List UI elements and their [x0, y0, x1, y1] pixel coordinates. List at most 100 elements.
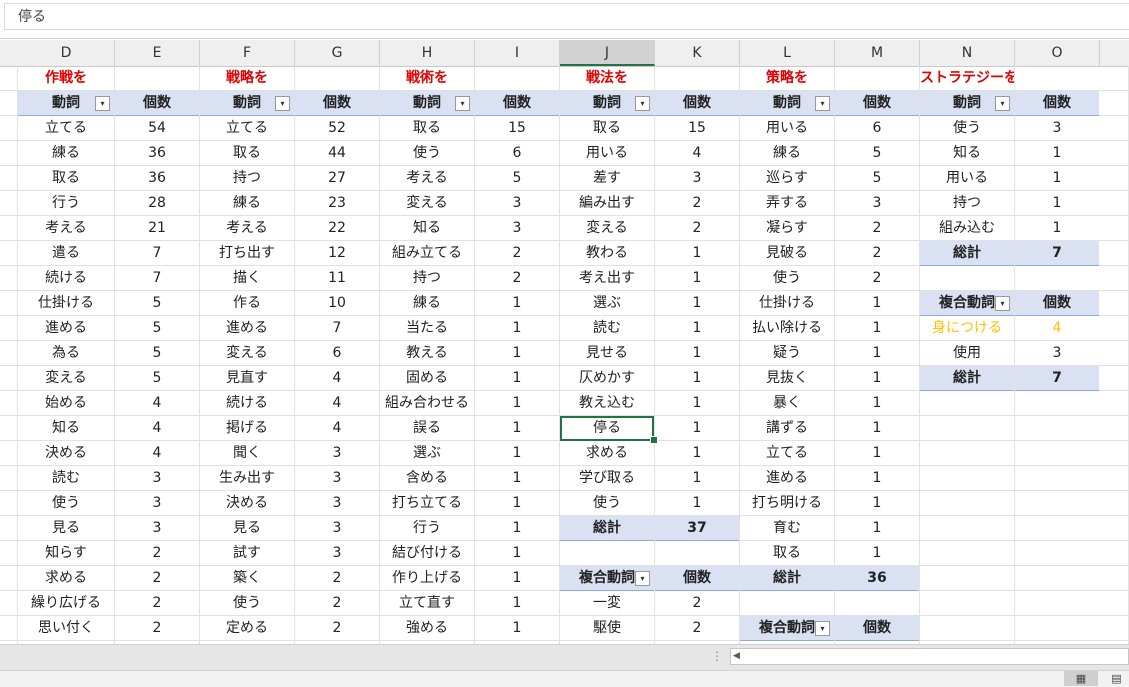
horizontal-scrollbar[interactable]: ◀	[730, 648, 1129, 665]
table-row-count[interactable]: 4	[295, 391, 379, 416]
table-row-verb[interactable]: 教わる	[560, 241, 654, 266]
table-row-count[interactable]: 1	[475, 416, 559, 441]
table-row-count[interactable]: 2	[655, 191, 739, 216]
filter-dropdown-icon[interactable]: ▾	[815, 621, 830, 636]
table-row-count[interactable]: 3	[475, 191, 559, 216]
table-row-count[interactable]: 1	[835, 291, 919, 316]
table-row-verb[interactable]: 組み込む	[920, 216, 1014, 241]
table-row-count[interactable]: 1	[655, 241, 739, 266]
table-row-verb[interactable]: 使う	[18, 491, 114, 516]
table-row-verb[interactable]: 立てる	[18, 116, 114, 141]
table-row-verb[interactable]: 進める	[200, 316, 294, 341]
column-header-N[interactable]: N	[920, 40, 1015, 66]
table-row-verb[interactable]: 編み出す	[560, 191, 654, 216]
table-row-count[interactable]: 4	[295, 366, 379, 391]
table-row-count[interactable]: 4	[295, 416, 379, 441]
compound-row-verb[interactable]: 駆使	[560, 616, 654, 641]
table-row-count[interactable]: 1	[475, 466, 559, 491]
table-row-verb[interactable]: 凝らす	[740, 216, 834, 241]
table-row-verb[interactable]: 練る	[200, 191, 294, 216]
table-row-verb[interactable]: 仕掛ける	[18, 291, 114, 316]
compound-row-count[interactable]: 4	[1015, 316, 1099, 341]
table-row-count[interactable]: 4	[655, 141, 739, 166]
compound-row-verb[interactable]: 使用	[920, 341, 1014, 366]
table-row-count[interactable]: 6	[475, 141, 559, 166]
table-row-verb[interactable]: 持つ	[200, 166, 294, 191]
table-row-verb[interactable]: 使う	[560, 491, 654, 516]
column-header-F[interactable]: F	[200, 40, 295, 66]
table-row-count[interactable]: 1	[475, 541, 559, 566]
column-header-K[interactable]: K	[655, 40, 740, 66]
table-row-verb[interactable]: 読む	[560, 316, 654, 341]
table-row-count[interactable]: 2	[475, 266, 559, 291]
table-row-count[interactable]: 1	[655, 391, 739, 416]
table-row-count[interactable]: 1	[655, 316, 739, 341]
table-row-verb[interactable]: 取る	[200, 141, 294, 166]
table-row-count[interactable]: 1	[835, 441, 919, 466]
column-header-J[interactable]: J	[560, 40, 655, 66]
table-row-verb[interactable]: 結び付ける	[380, 541, 474, 566]
table-row-count[interactable]: 23	[295, 191, 379, 216]
table-row-count[interactable]: 3	[295, 441, 379, 466]
table-row-count[interactable]: 2	[115, 616, 199, 641]
table-row-verb[interactable]: 用いる	[560, 141, 654, 166]
table-row-count[interactable]: 1	[655, 341, 739, 366]
table-row-verb[interactable]: 選ぶ	[560, 291, 654, 316]
table-row-verb[interactable]: 変える	[380, 191, 474, 216]
table-row-verb[interactable]: 停る	[560, 416, 654, 441]
table-row-count[interactable]: 1	[1015, 191, 1099, 216]
table-row-verb[interactable]: 知る	[920, 141, 1014, 166]
table-row-verb[interactable]: 使う	[920, 116, 1014, 141]
table-row-verb[interactable]: 続ける	[18, 266, 114, 291]
table-row-count[interactable]: 1	[655, 441, 739, 466]
table-row-verb[interactable]: 固める	[380, 366, 474, 391]
table-row-verb[interactable]: 見抜く	[740, 366, 834, 391]
table-row-count[interactable]: 52	[295, 116, 379, 141]
table-row-count[interactable]: 1	[835, 391, 919, 416]
table-row-verb[interactable]: 使う	[200, 591, 294, 616]
column-header-H[interactable]: H	[380, 40, 475, 66]
table-row-verb[interactable]: 強める	[380, 616, 474, 641]
table-row-verb[interactable]: 進める	[740, 466, 834, 491]
table-row-count[interactable]: 7	[295, 316, 379, 341]
table-row-count[interactable]: 1	[835, 466, 919, 491]
table-row-verb[interactable]: 求める	[560, 441, 654, 466]
filter-dropdown-icon[interactable]: ▾	[815, 96, 830, 111]
table-row-verb[interactable]: 誤る	[380, 416, 474, 441]
table-row-count[interactable]: 2	[115, 591, 199, 616]
table-row-verb[interactable]: 教える	[380, 341, 474, 366]
table-row-count[interactable]: 1	[655, 491, 739, 516]
table-row-verb[interactable]: 取る	[380, 116, 474, 141]
filter-dropdown-icon[interactable]: ▾	[455, 96, 470, 111]
table-row-verb[interactable]: 使う	[740, 266, 834, 291]
table-row-verb[interactable]: 変える	[560, 216, 654, 241]
splitter-grip-icon[interactable]: ⋮	[711, 648, 723, 665]
table-row-verb[interactable]: 当たる	[380, 316, 474, 341]
formula-input[interactable]: 停る	[4, 3, 1129, 30]
table-row-verb[interactable]: 立てる	[740, 441, 834, 466]
compound-row-verb[interactable]: 一変	[560, 591, 654, 616]
table-row-verb[interactable]: 見る	[18, 516, 114, 541]
column-header-G[interactable]: G	[295, 40, 380, 66]
filter-dropdown-icon[interactable]: ▾	[95, 96, 110, 111]
table-row-verb[interactable]: 読む	[18, 466, 114, 491]
table-row-count[interactable]: 1	[655, 266, 739, 291]
filter-dropdown-icon[interactable]: ▾	[995, 296, 1010, 311]
page-layout-view-button[interactable]: ▤	[1104, 671, 1129, 686]
table-row-count[interactable]: 3	[115, 491, 199, 516]
table-row-verb[interactable]: 組み立てる	[380, 241, 474, 266]
table-row-verb[interactable]: 使う	[380, 141, 474, 166]
table-row-verb[interactable]: 知らす	[18, 541, 114, 566]
table-row-count[interactable]: 2	[475, 241, 559, 266]
table-row-verb[interactable]: 描く	[200, 266, 294, 291]
table-row-count[interactable]: 6	[295, 341, 379, 366]
table-row-verb[interactable]: 巡らす	[740, 166, 834, 191]
table-row-count[interactable]: 10	[295, 291, 379, 316]
table-row-count[interactable]: 1	[475, 516, 559, 541]
table-row-count[interactable]: 2	[835, 216, 919, 241]
table-row-verb[interactable]: 仄めかす	[560, 366, 654, 391]
column-header-I[interactable]: I	[475, 40, 560, 66]
table-row-count[interactable]: 2	[835, 241, 919, 266]
table-row-verb[interactable]: 考え出す	[560, 266, 654, 291]
table-row-count[interactable]: 5	[115, 316, 199, 341]
